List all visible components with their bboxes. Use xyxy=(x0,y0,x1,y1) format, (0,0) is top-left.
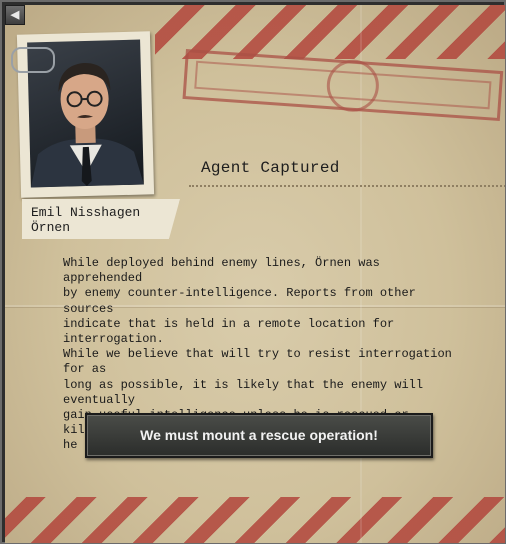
paperclip-icon xyxy=(11,47,55,73)
agent-codename: Örnen xyxy=(31,220,71,235)
stamp-seal-icon xyxy=(325,57,381,114)
agent-name: Emil Nisshagen xyxy=(31,205,141,220)
title-divider xyxy=(189,185,505,187)
agent-name-card: Emil Nisshagen Örnen xyxy=(22,199,180,239)
classified-stamp xyxy=(182,49,504,122)
rescue-option-button[interactable]: We must mount a rescue operation! xyxy=(85,413,433,458)
paper-background: Emil Nisshagen Örnen Agent Captured Whil… xyxy=(5,5,505,543)
back-arrow-icon[interactable]: ◀ xyxy=(5,5,25,25)
bottom-warning-stripes xyxy=(5,497,505,543)
event-window: Emil Nisshagen Örnen Agent Captured Whil… xyxy=(0,0,506,544)
event-title: Agent Captured xyxy=(201,159,340,177)
